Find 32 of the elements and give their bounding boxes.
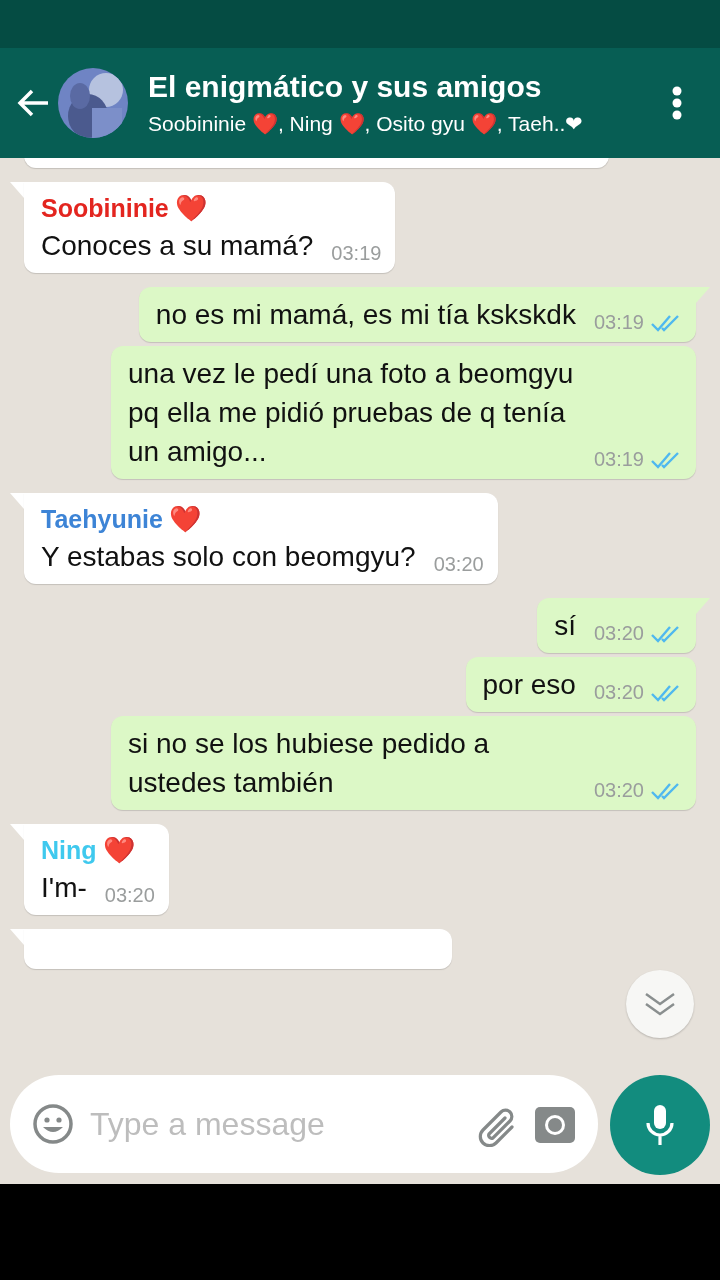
heart-emoji: ❤ [174, 192, 207, 225]
scroll-down-button[interactable] [626, 970, 694, 1038]
sender-name: Taehyunie [41, 504, 163, 535]
heart-emoji: ❤ [168, 503, 201, 536]
text-input[interactable]: Type a message [88, 1104, 460, 1144]
message-time: 03:20 [593, 680, 644, 705]
message-text: Y estabas solo con beomgyu? [41, 540, 416, 574]
sender-name: Soobininie [41, 193, 169, 224]
message-text: Conoces a su mamá? [41, 229, 314, 263]
message-text: si no se los hubiese pedido a ustedes también [128, 727, 491, 800]
members-list: Soobininie ❤, Ning ❤, Osito gyu ❤, Taeh..❤ [148, 112, 618, 136]
message-text: no es mi mamá, es mi tía kskskdk [155, 298, 576, 332]
message-time: 03:20 [593, 621, 644, 646]
chevron-down-icon [643, 991, 677, 1017]
emoji-icon[interactable] [32, 1103, 74, 1145]
message-time: 03:20 [593, 778, 644, 803]
message-text: sí [554, 609, 576, 643]
message-time: 03:19 [593, 310, 644, 335]
bubble-tail [10, 929, 24, 945]
message-time: 03:19 [593, 447, 644, 472]
heart-emoji: ❤ [102, 834, 135, 867]
message-time: 03:20 [104, 883, 155, 908]
camera-icon[interactable] [534, 1104, 576, 1144]
message-time: 03:19 [331, 241, 382, 266]
message-text: I'm- [41, 871, 87, 905]
microphone-icon [644, 1104, 676, 1146]
sender-name: Ning [41, 835, 97, 866]
message-text: por eso [482, 668, 576, 702]
message-time: 03:20 [433, 552, 484, 577]
chat-title[interactable]: El enigmático y sus amigos [148, 70, 652, 104]
message-text: una vez le pedí una foto a beomgyu pq ella me pidió pruebas de q tenía un amigo... [128, 357, 575, 469]
message-input-field[interactable]: Type a message [10, 1075, 598, 1173]
